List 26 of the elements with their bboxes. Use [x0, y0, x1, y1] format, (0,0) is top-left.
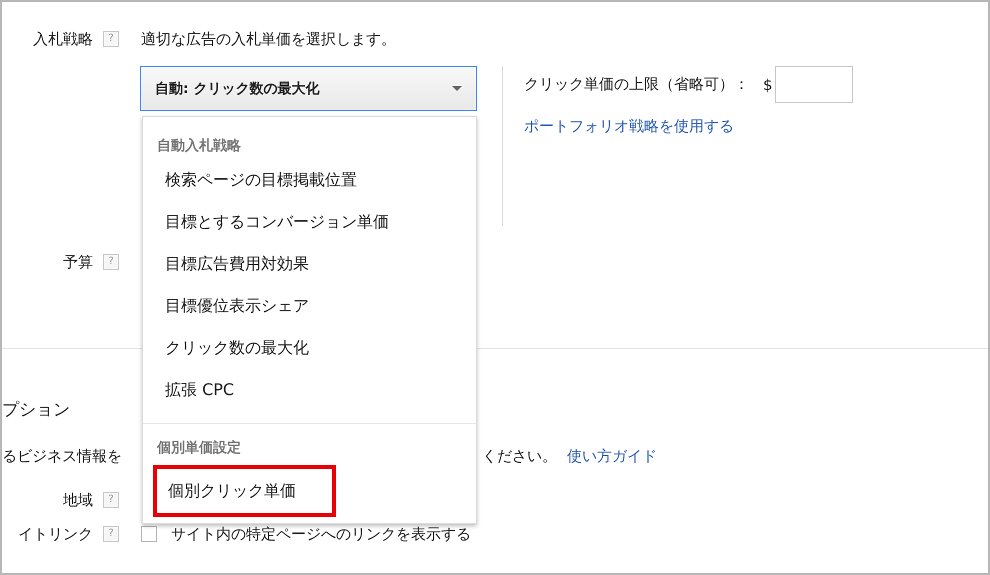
field-label: 予算: [62, 252, 93, 272]
description-text: 適切な広告の入札単価を選択します。: [141, 30, 396, 48]
strategy-select[interactable]: 自動: クリック数の最大化: [140, 66, 477, 111]
currency-symbol: $: [763, 76, 773, 94]
menu-item[interactable]: クリック数の最大化: [143, 327, 476, 369]
checkbox-label: サイト内の特定ページへのリンクを表示する: [171, 524, 471, 544]
menu-item[interactable]: 目標広告費用対効果: [143, 243, 476, 285]
field-label: 地域: [62, 490, 93, 510]
portfolio-link[interactable]: ポートフォリオ戦略を使用する: [524, 117, 853, 136]
menu-item[interactable]: 目標とするコンバージョン単価: [143, 201, 476, 243]
group-heading: 自動入札戦略: [157, 137, 242, 156]
guide-link[interactable]: 使い方ガイド: [567, 446, 657, 466]
caret-icon: [452, 86, 462, 91]
highlighted-menu-item[interactable]: 個別クリック単価: [153, 465, 336, 517]
max-cpc-label: クリック単価の上限（省略可）：: [524, 75, 749, 94]
sitelinks-checkbox[interactable]: [141, 526, 157, 542]
menu-item[interactable]: 目標優位表示シェア: [143, 285, 476, 327]
field-label: イトリンク: [17, 524, 93, 544]
section-title: プション: [2, 399, 71, 422]
menu-item[interactable]: 検索ページの目標掲載位置: [143, 159, 476, 201]
description-text: るビジネス情報を: [2, 446, 122, 466]
group-heading: 個別単価設定: [157, 438, 242, 458]
description-text: ください。: [482, 446, 557, 466]
max-cpc-field[interactable]: [774, 66, 853, 103]
menu-item[interactable]: 拡張 CPC: [143, 369, 476, 411]
field-label: 入札戦略: [32, 30, 93, 48]
